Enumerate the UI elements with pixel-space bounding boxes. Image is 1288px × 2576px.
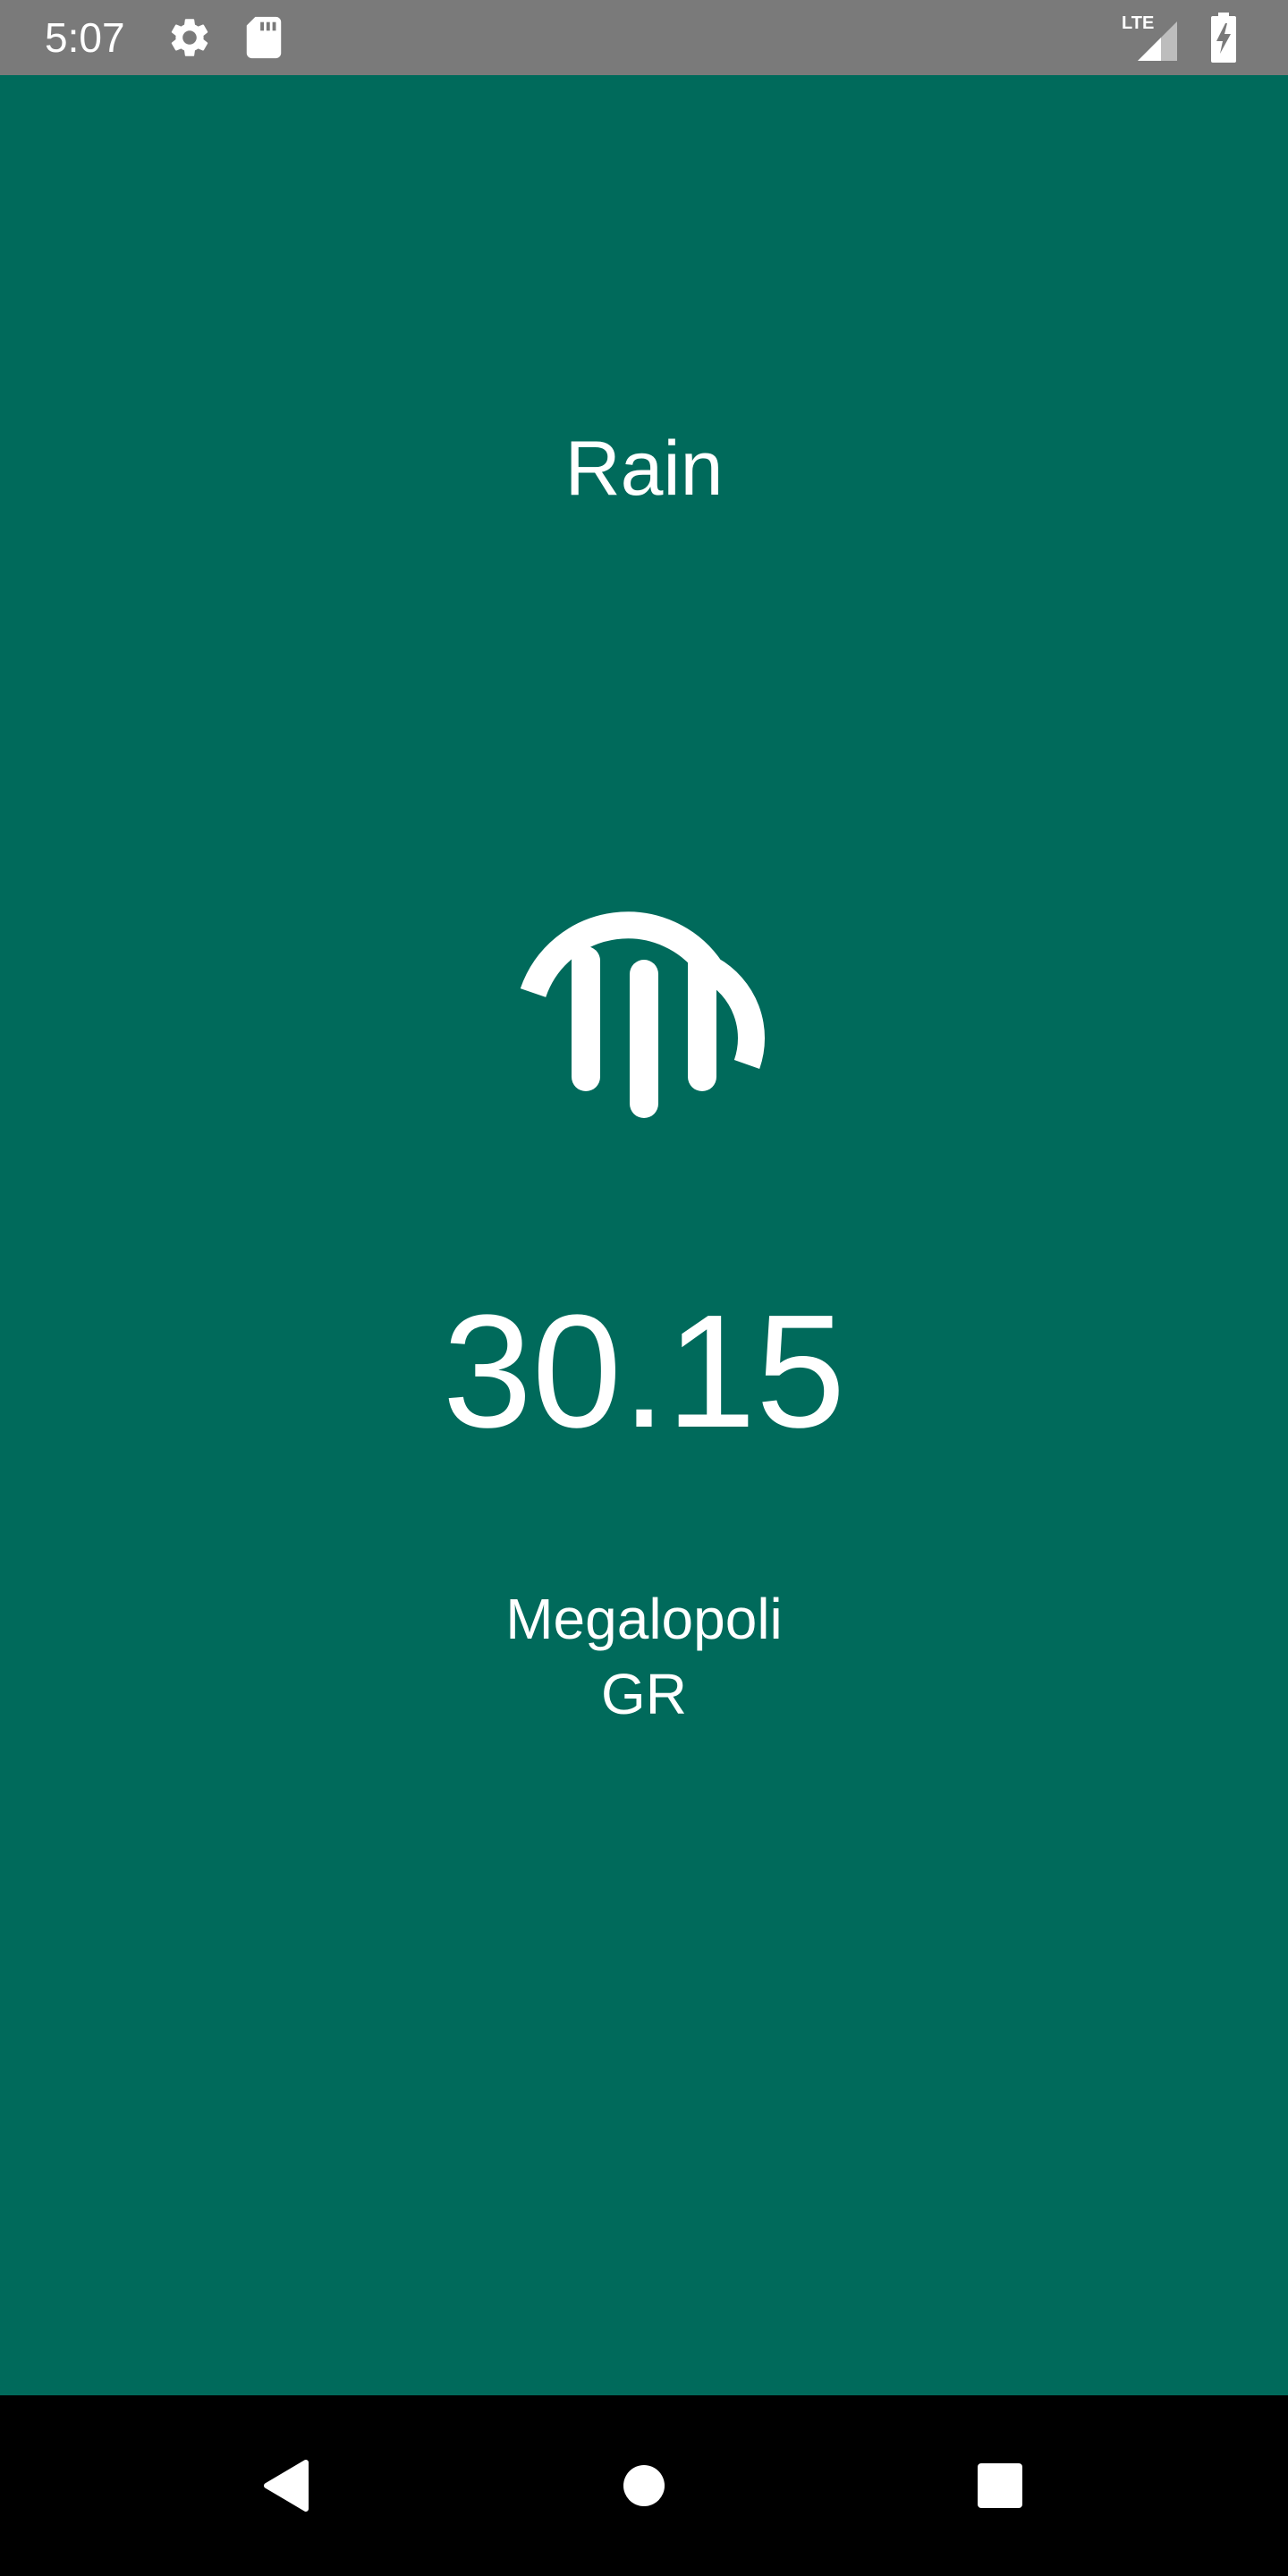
- lte-label: LTE: [1122, 13, 1154, 33]
- weather-condition: Rain: [564, 426, 724, 512]
- weather-screen: 5:07 LTE Rain 30.15 Megalopoli GR: [0, 0, 1288, 2576]
- status-time: 5:07: [45, 14, 125, 61]
- home-button[interactable]: [572, 2395, 716, 2576]
- recents-button[interactable]: [928, 2395, 1072, 2576]
- battery-charging-icon: [1206, 0, 1241, 75]
- home-icon: [623, 2465, 665, 2506]
- back-button[interactable]: [215, 2395, 358, 2576]
- temperature-value: 30.15: [442, 1282, 846, 1462]
- lte-signal-icon: LTE: [1120, 0, 1179, 75]
- country-code: GR: [601, 1662, 687, 1726]
- recents-icon: [978, 2463, 1022, 2508]
- weather-content: Rain 30.15 Megalopoli GR: [0, 75, 1288, 2395]
- back-icon: [264, 2460, 309, 2512]
- sd-card-icon: [242, 0, 286, 75]
- navigation-bar: [0, 2395, 1288, 2576]
- city-name: Megalopoli: [505, 1587, 783, 1651]
- settings-gear-icon: [165, 0, 215, 75]
- status-bar: 5:07 LTE: [0, 0, 1288, 75]
- rain-cloud-icon: [483, 844, 805, 1166]
